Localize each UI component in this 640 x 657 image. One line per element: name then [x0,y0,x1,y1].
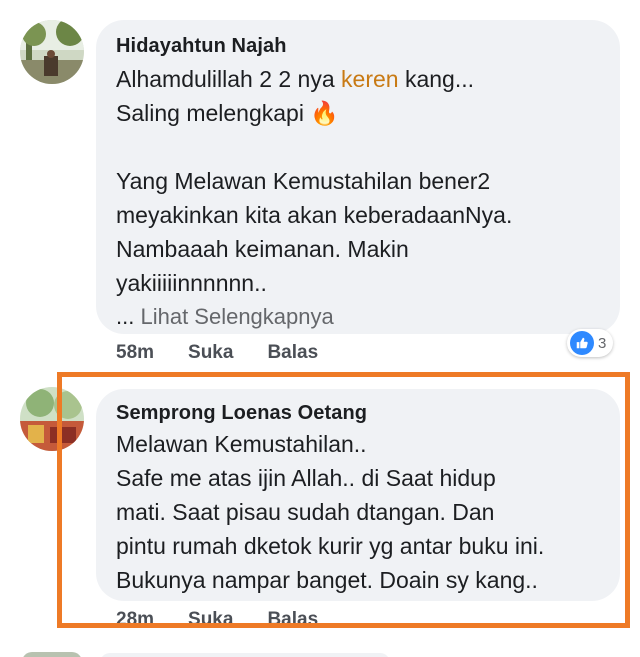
highlight-frame [57,372,630,628]
next-comment-partial [22,652,82,657]
reaction-summary[interactable]: 3 [567,329,614,357]
like-button[interactable]: Suka [188,342,233,364]
reaction-count: 3 [598,334,607,352]
comment-time[interactable]: 58m [116,342,154,364]
thumbs-up-icon [570,331,594,355]
see-more-link[interactable]: ... Lihat Selengkapnya [116,304,512,330]
fire-emoji-icon: 🔥 [310,100,339,126]
next-comment-bubble-partial [100,653,390,657]
comment-author[interactable]: Hidayahtun Najah [116,35,512,58]
comment-actions: 58m Suka Balas [116,342,318,364]
avatar[interactable] [20,20,84,84]
comment-text: Alhamdulillah 2 2 nya keren kang... Sali… [116,66,513,296]
reply-button[interactable]: Balas [267,342,318,364]
profile-photo-icon [20,20,84,84]
comment-bubble: Hidayahtun Najah Alhamdulillah 2 2 nya k… [96,20,620,334]
